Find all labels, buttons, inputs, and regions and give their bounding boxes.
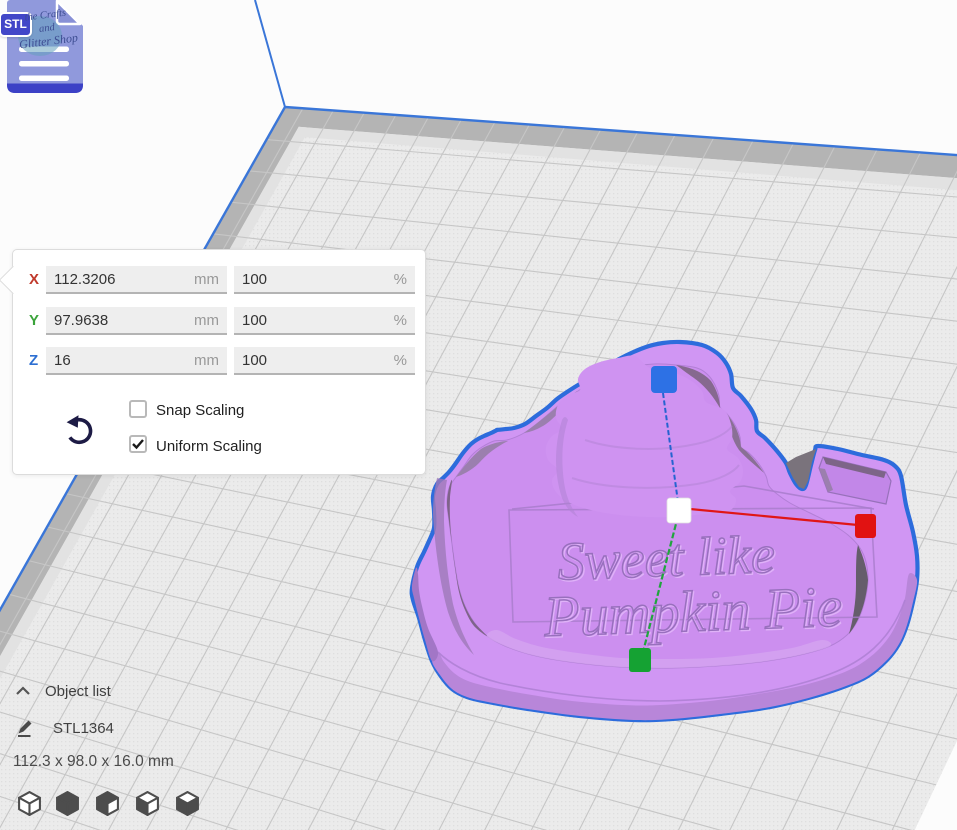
svg-text:Pumpkin Pie: Pumpkin Pie <box>542 574 843 649</box>
